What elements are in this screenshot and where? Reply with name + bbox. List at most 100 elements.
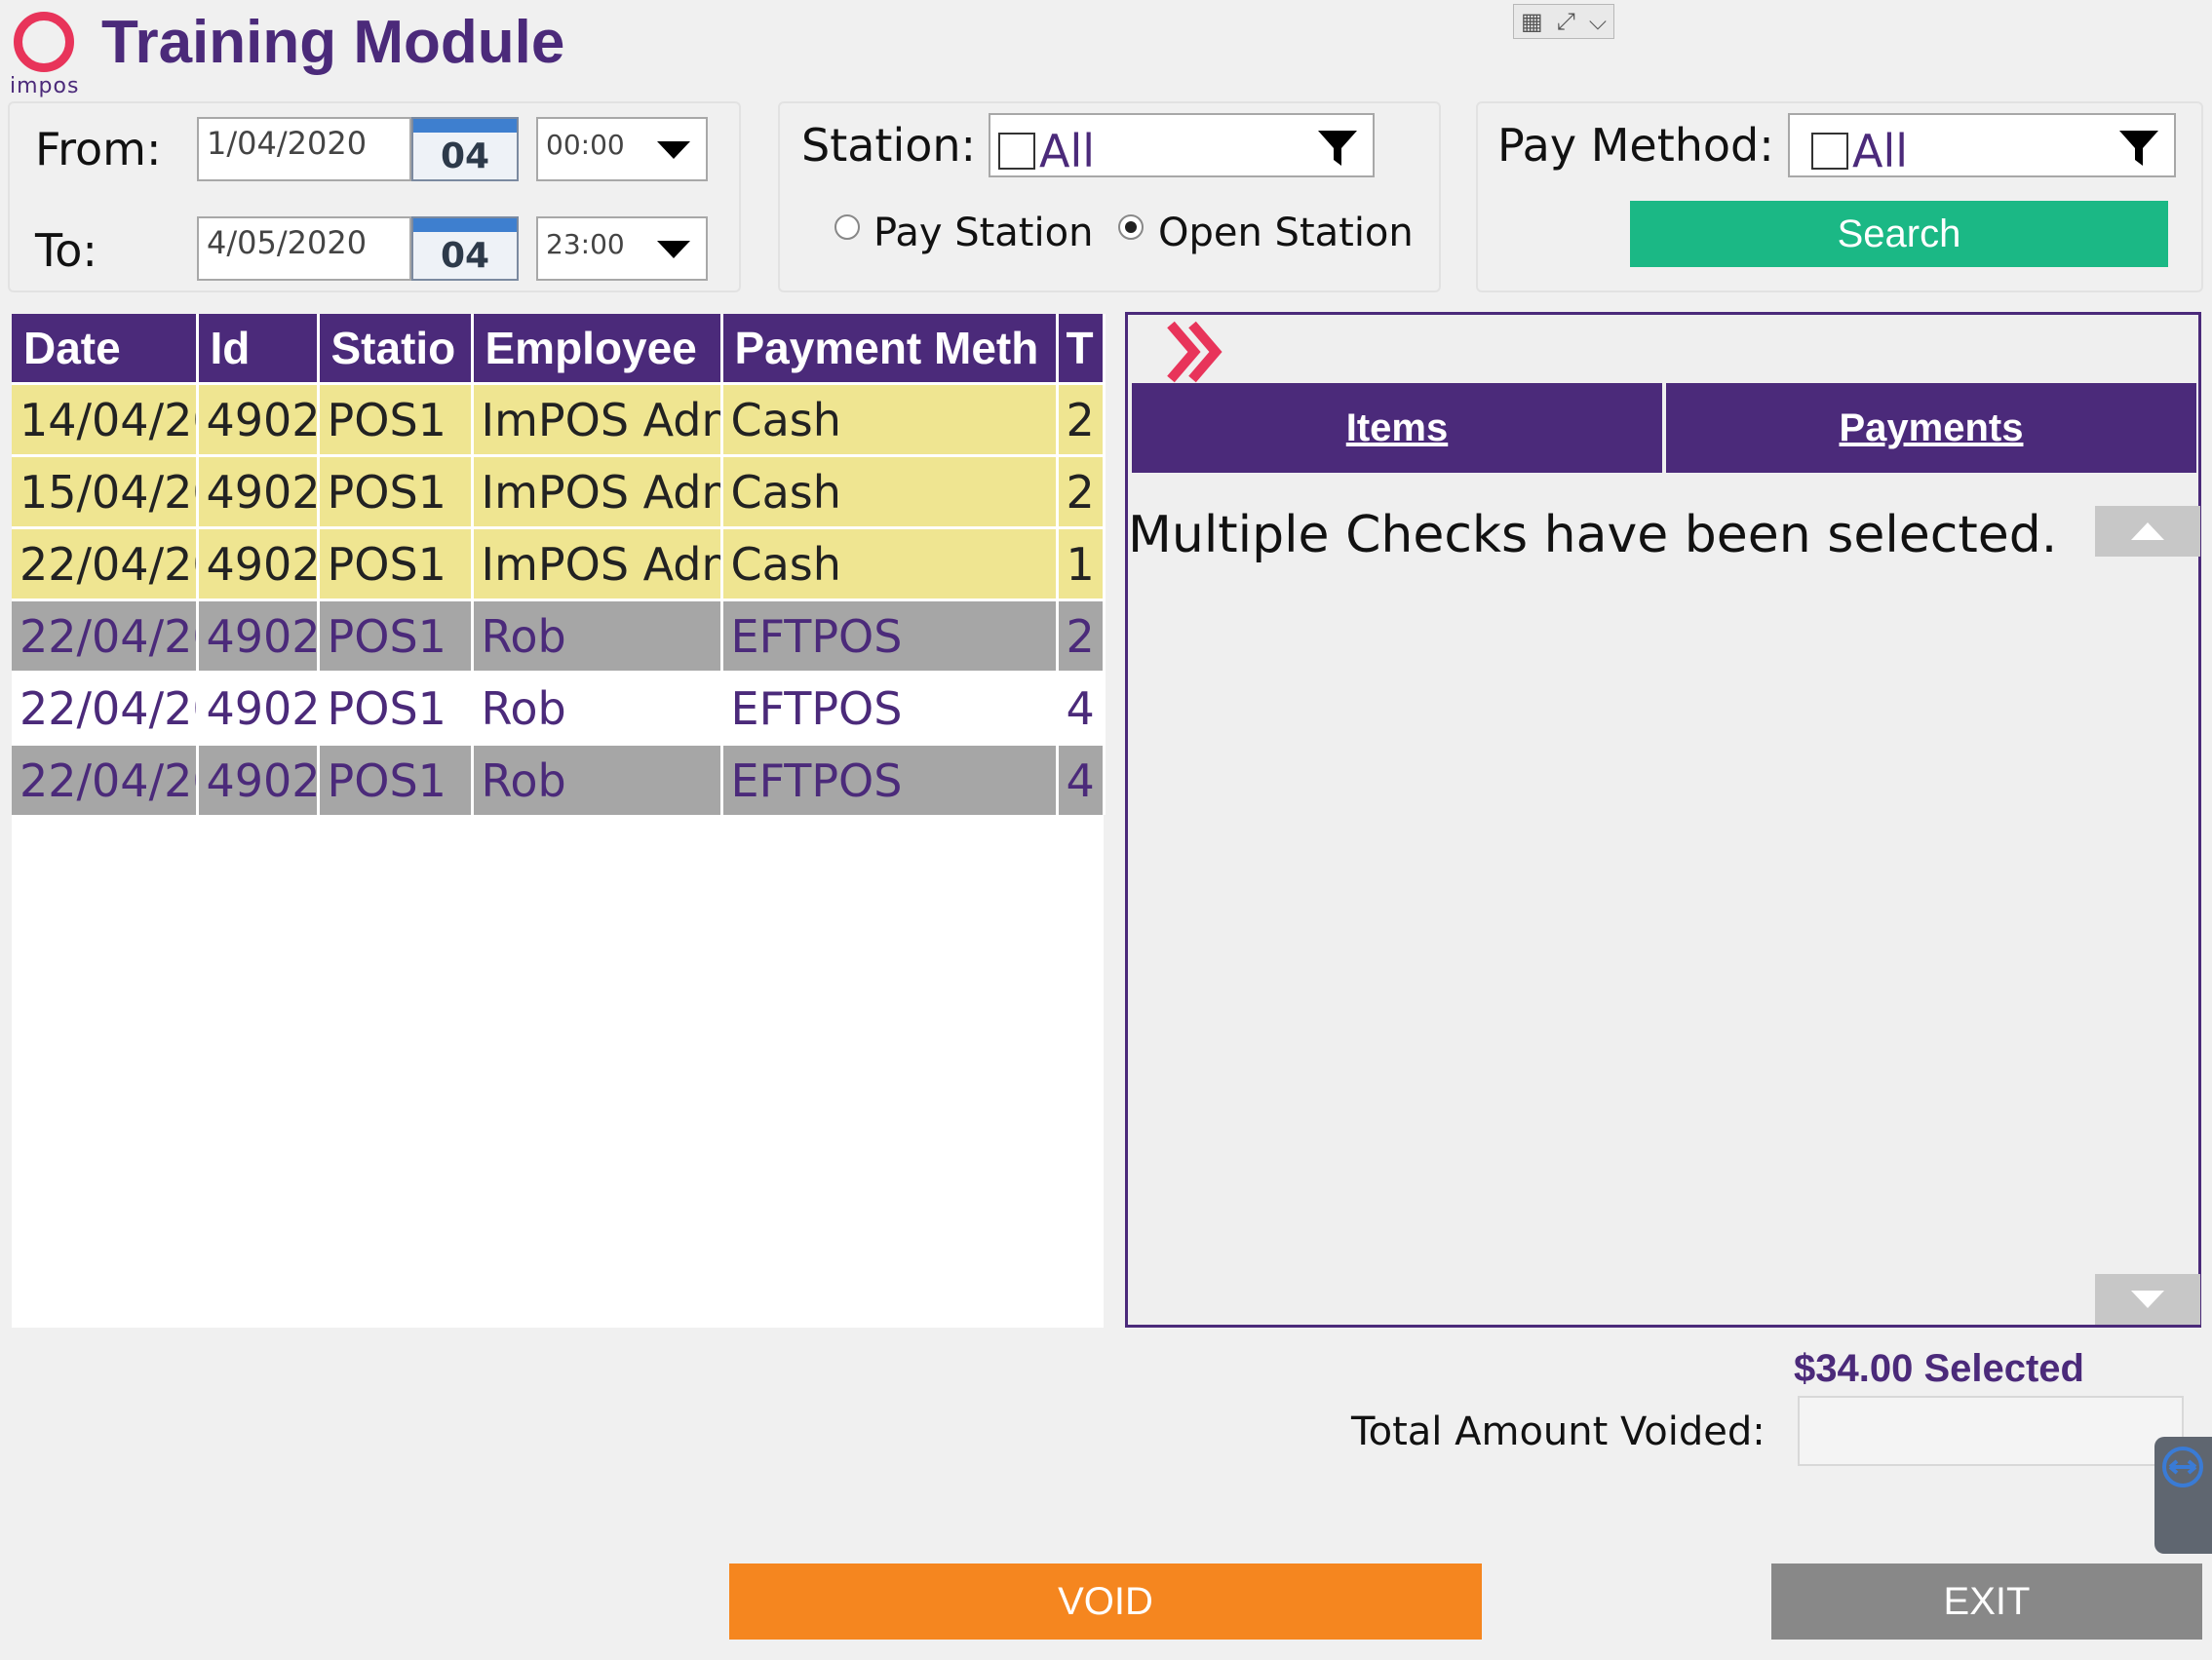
- column-header-employee[interactable]: Employee: [472, 314, 723, 384]
- logo-text: impos: [10, 74, 80, 98]
- cell-station: POS1: [318, 382, 474, 456]
- column-header-station[interactable]: Statio: [318, 314, 474, 384]
- cell-payment-method: EFTPOS: [721, 598, 1059, 673]
- cell-date: 15/04/20: [12, 454, 199, 528]
- cell-date: 22/04/20: [12, 743, 199, 815]
- cell-station: POS1: [318, 526, 474, 600]
- from-time-value: 00:00: [546, 129, 625, 161]
- dropdown-caret-icon: [657, 141, 690, 159]
- cell-payment-method: Cash: [721, 454, 1059, 528]
- tab-items[interactable]: Items: [1132, 383, 1666, 473]
- column-header-total[interactable]: T: [1057, 314, 1106, 384]
- search-button[interactable]: Search: [1630, 201, 2168, 267]
- cell-employee: Rob: [472, 598, 723, 673]
- void-button[interactable]: VOID: [729, 1563, 1482, 1640]
- cell-total: 2: [1057, 454, 1106, 528]
- station-all-checkbox[interactable]: [998, 133, 1035, 170]
- checks-table[interactable]: Date Id Statio Employee Payment Meth T 1…: [12, 314, 1106, 1328]
- cell-payment-method: Cash: [721, 382, 1059, 456]
- from-date-input[interactable]: 1/04/2020: [197, 117, 411, 181]
- cell-payment-method: EFTPOS: [721, 671, 1059, 745]
- triangle-down-icon: [2131, 1291, 2164, 1308]
- cell-payment-method: Cash: [721, 526, 1059, 600]
- calendar-header: [413, 218, 517, 232]
- cell-station: POS1: [318, 671, 474, 745]
- detail-tabs: Items Payments: [1132, 383, 2196, 473]
- table-header-row: Date Id Statio Employee Payment Meth T: [12, 314, 1106, 384]
- total-voided-field[interactable]: [1798, 1396, 2184, 1466]
- to-label: To:: [35, 224, 97, 277]
- from-time-select[interactable]: 00:00: [536, 117, 708, 181]
- double-chevron-right-icon[interactable]: [1167, 321, 1235, 383]
- calendar-header: [413, 119, 517, 133]
- to-calendar-button[interactable]: 04: [411, 216, 519, 281]
- pay-method-filter-value: All: [1852, 125, 1909, 177]
- tab-payments[interactable]: Payments: [1666, 383, 2196, 473]
- selected-amount: $34.00 Selected: [1794, 1347, 2084, 1390]
- impos-logo-icon: [14, 12, 74, 72]
- from-calendar-button[interactable]: 04: [411, 117, 519, 181]
- pay-station-radio[interactable]: [834, 214, 860, 240]
- pay-method-all-checkbox[interactable]: [1811, 133, 1848, 170]
- cell-date: 22/04/20: [12, 526, 199, 600]
- chevron-down-icon[interactable]: ⌵: [1589, 8, 1607, 35]
- station-filter-value: All: [1039, 125, 1096, 177]
- to-time-select[interactable]: 23:00: [536, 216, 708, 281]
- to-date-value: 4/05/2020: [207, 224, 368, 261]
- scroll-down-button[interactable]: [2095, 1274, 2200, 1325]
- scroll-up-button[interactable]: [2095, 506, 2200, 557]
- to-date-input[interactable]: 4/05/2020: [197, 216, 411, 281]
- window-controls[interactable]: ▦ ⤢ ⌵: [1513, 4, 1614, 39]
- cell-id: 49029: [197, 743, 320, 815]
- filter-funnel-icon[interactable]: [2117, 127, 2160, 170]
- table-row[interactable]: 15/04/20 49029 POS1 ImPOS Admin Cash 2: [12, 454, 1106, 528]
- column-header-payment-method[interactable]: Payment Meth: [721, 314, 1059, 384]
- table-row[interactable]: 22/04/20 49029 POS1 Rob EFTPOS 2: [12, 598, 1106, 673]
- total-voided-label: Total Amount Voided:: [1351, 1409, 1766, 1454]
- table-row[interactable]: 14/04/20 49029 POS1 ImPOS Admin Cash 2: [12, 382, 1106, 456]
- cell-id: 49029: [197, 526, 320, 600]
- cell-total: 4: [1057, 743, 1106, 815]
- station-filter-select[interactable]: All: [989, 113, 1375, 177]
- table-row[interactable]: 22/04/20 49029 POS1 Rob EFTPOS 4: [12, 743, 1106, 815]
- to-time-value: 23:00: [546, 228, 625, 260]
- cell-total: 2: [1057, 598, 1106, 673]
- calendar-day: 04: [440, 135, 490, 176]
- check-detail-panel: Items Payments Multiple Checks have been…: [1125, 312, 2201, 1328]
- remote-support-tab[interactable]: [2154, 1437, 2212, 1554]
- pay-station-label[interactable]: Pay Station: [873, 211, 1093, 255]
- table-row[interactable]: 22/04/20 49029 POS1 Rob EFTPOS 4: [12, 671, 1106, 745]
- open-station-radio[interactable]: [1118, 214, 1144, 240]
- cell-id: 49029: [197, 382, 320, 456]
- cell-station: POS1: [318, 454, 474, 528]
- column-header-id[interactable]: Id: [197, 314, 320, 384]
- cell-id: 49029: [197, 454, 320, 528]
- cell-employee: ImPOS Admin: [472, 382, 723, 456]
- cell-employee: Rob: [472, 671, 723, 745]
- cell-total: 4: [1057, 671, 1106, 745]
- exit-button[interactable]: EXIT: [1771, 1563, 2202, 1640]
- dropdown-caret-icon: [657, 241, 690, 258]
- cell-date: 22/04/20: [12, 598, 199, 673]
- filter-funnel-icon[interactable]: [1316, 127, 1359, 170]
- from-label: From:: [35, 123, 162, 175]
- cell-station: POS1: [318, 598, 474, 673]
- pay-method-label: Pay Method:: [1497, 119, 1774, 172]
- cell-employee: Rob: [472, 743, 723, 815]
- open-station-label[interactable]: Open Station: [1158, 211, 1414, 255]
- cell-employee: ImPOS Admin: [472, 526, 723, 600]
- column-header-date[interactable]: Date: [12, 314, 199, 384]
- calendar-day: 04: [440, 235, 490, 276]
- cell-date: 14/04/20: [12, 382, 199, 456]
- page-title: Training Module: [101, 9, 565, 76]
- cell-total: 1: [1057, 526, 1106, 600]
- resize-icon[interactable]: ⤢: [1557, 8, 1575, 35]
- cell-station: POS1: [318, 743, 474, 815]
- pay-method-filter-select[interactable]: All: [1788, 113, 2176, 177]
- table-row[interactable]: 22/04/20 49029 POS1 ImPOS Admin Cash 1: [12, 526, 1106, 600]
- cell-id: 49029: [197, 671, 320, 745]
- cell-payment-method: EFTPOS: [721, 743, 1059, 815]
- grid-icon[interactable]: ▦: [1521, 8, 1543, 35]
- cell-id: 49029: [197, 598, 320, 673]
- selection-message: Multiple Checks have been selected.: [1128, 506, 2058, 564]
